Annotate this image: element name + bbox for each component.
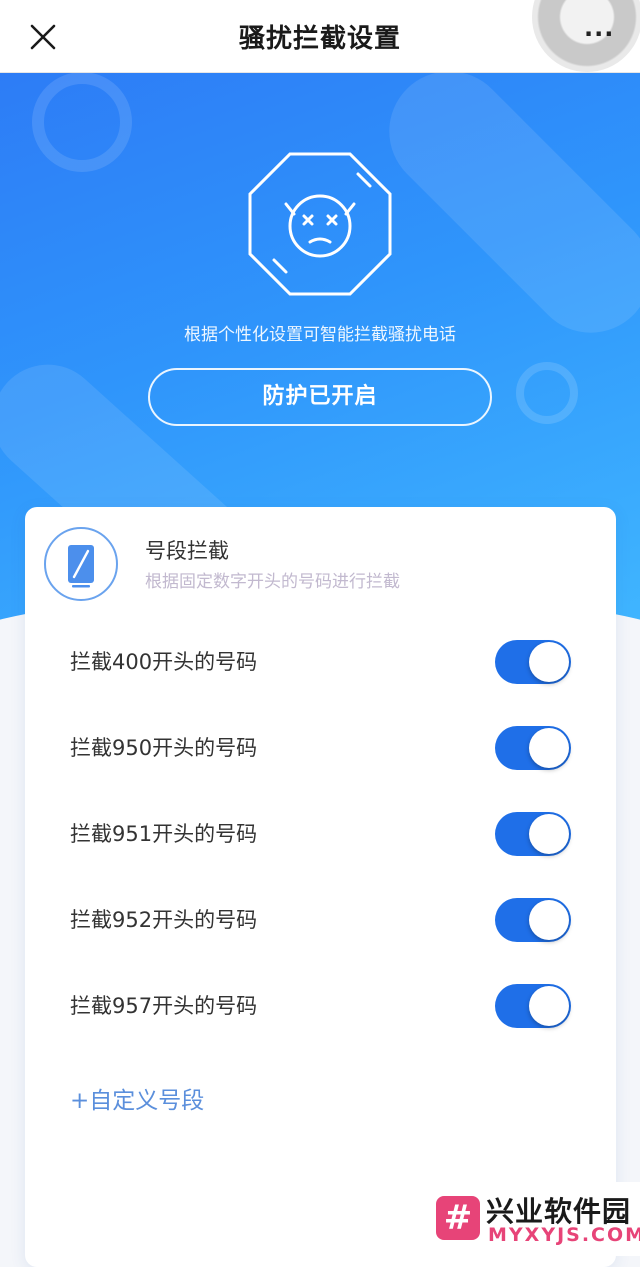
decorative-pill (364, 72, 640, 358)
setting-label: 拦截952开头的号码 (70, 908, 258, 932)
setting-label: 拦截951开头的号码 (70, 822, 258, 846)
hero-description: 根据个性化设置可智能拦截骚扰电话 (184, 325, 456, 345)
more-icon[interactable]: ··· (584, 20, 614, 48)
setting-row-951: 拦截951开头的号码 (25, 804, 616, 864)
toggle-knob (529, 900, 569, 940)
toggle-knob (529, 814, 569, 854)
number-block-card: 号段拦截 根据固定数字开头的号码进行拦截 拦截400开头的号码 拦截950开头的… (25, 507, 616, 1267)
setting-row-400: 拦截400开头的号码 (25, 632, 616, 692)
site-watermark: # 兴业软件园 MYXYJS.COM (424, 1182, 640, 1256)
add-custom-segment-link[interactable]: +自定义号段 (70, 1081, 204, 1115)
decorative-ring (516, 362, 578, 424)
toggle-switch-952[interactable] (495, 898, 571, 942)
watermark-subtitle: MYXYJS.COM (488, 1224, 640, 1246)
phone-icon (44, 527, 118, 601)
setting-label: 拦截950开头的号码 (70, 736, 258, 760)
toggle-knob (529, 986, 569, 1026)
setting-row-957: 拦截957开头的号码 (25, 976, 616, 1036)
toggle-switch-951[interactable] (495, 812, 571, 856)
nav-bar: 骚扰拦截设置 ··· (0, 0, 640, 73)
toggle-knob (529, 728, 569, 768)
toggle-knob (529, 642, 569, 682)
setting-label: 拦截957开头的号码 (70, 994, 258, 1018)
decorative-ring (32, 72, 132, 172)
watermark-logo: # (436, 1196, 480, 1240)
toggle-switch-957[interactable] (495, 984, 571, 1028)
section-subtitle: 根据固定数字开头的号码进行拦截 (145, 572, 400, 592)
setting-label: 拦截400开头的号码 (70, 650, 258, 674)
toggle-switch-950[interactable] (495, 726, 571, 770)
setting-row-952: 拦截952开头的号码 (25, 890, 616, 950)
shield-devil-icon (248, 152, 392, 296)
toggle-switch-400[interactable] (495, 640, 571, 684)
protection-status-button[interactable]: 防护已开启 (148, 368, 492, 426)
setting-row-950: 拦截950开头的号码 (25, 718, 616, 778)
section-title: 号段拦截 (145, 539, 229, 563)
